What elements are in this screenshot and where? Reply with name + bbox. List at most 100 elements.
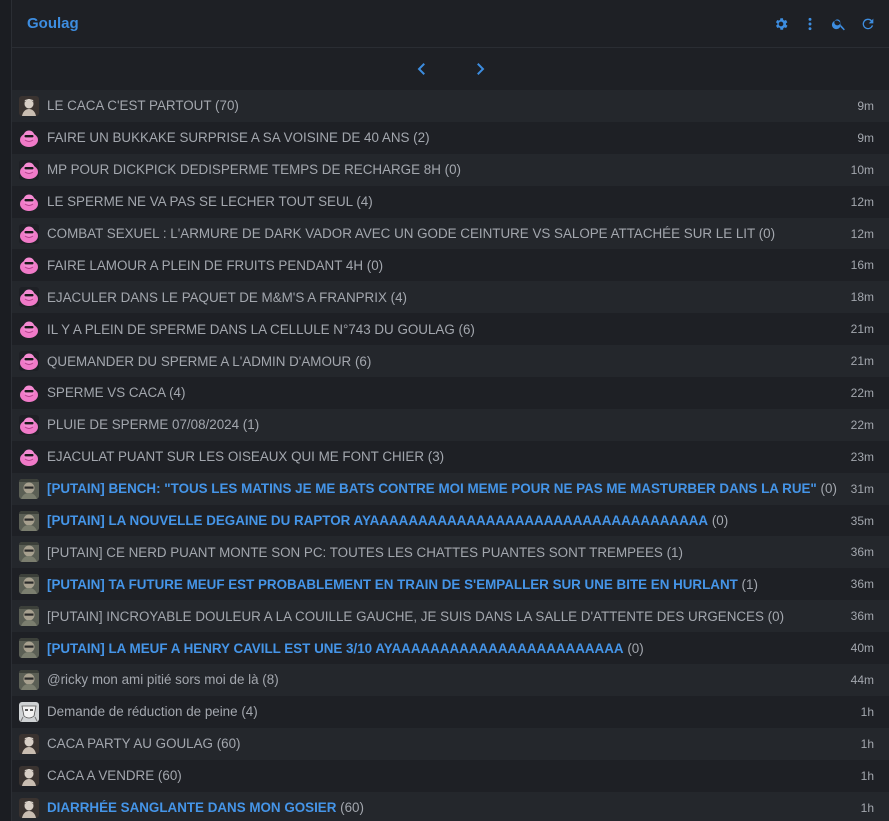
refresh-icon[interactable] <box>859 15 876 32</box>
avatar <box>19 606 39 627</box>
topic-row[interactable]: [PUTAIN] LA NOUVELLE DEGAINE DU RAPTOR A… <box>12 504 889 537</box>
topic-link[interactable]: @ricky mon ami pitié sors moi de là (8) <box>47 672 840 687</box>
topic-time: 1h <box>860 768 874 783</box>
topic-link[interactable]: [PUTAIN] TA FUTURE MEUF EST PROBABLEMENT… <box>47 577 840 592</box>
avatar <box>19 797 39 818</box>
topic-title: QUEMANDER DU SPERME A L'ADMIN D'AMOUR <box>47 353 352 369</box>
reply-count: (60) <box>157 768 182 784</box>
avatar <box>19 765 39 786</box>
topic-link[interactable]: EJACULAT PUANT SUR LES OISEAUX QUI ME FO… <box>47 449 840 464</box>
avatar <box>19 478 39 499</box>
topic-row[interactable]: CACA A VENDRE (60) 1h <box>12 759 889 792</box>
topic-time: 9m <box>857 130 874 145</box>
topic-row[interactable]: PLUIE DE SPERME 07/08/2024 (1) 22m <box>12 408 889 441</box>
chevron-right-icon[interactable] <box>470 59 490 79</box>
pagination <box>12 48 889 90</box>
topic-title: DIARRHÉE SANGLANTE DANS MON GOSIER <box>47 800 337 816</box>
topic-row[interactable]: IL Y A PLEIN DE SPERME DANS LA CELLULE N… <box>12 313 889 346</box>
topic-row[interactable]: [PUTAIN] TA FUTURE MEUF EST PROBABLEMENT… <box>12 568 889 601</box>
topic-row[interactable]: LE SPERME NE VA PAS SE LECHER TOUT SEUL … <box>12 185 889 218</box>
topic-row[interactable]: LE CACA C'EST PARTOUT (70) 9m <box>12 90 889 122</box>
avatar <box>19 351 39 372</box>
avatar <box>19 223 39 244</box>
topic-title: @ricky mon ami pitié sors moi de là <box>47 672 259 688</box>
topic-time: 40m <box>850 641 874 656</box>
topic-link[interactable]: CACA PARTY AU GOULAG (60) <box>47 736 840 751</box>
topic-link[interactable]: [PUTAIN] CE NERD PUANT MONTE SON PC: TOU… <box>47 545 840 560</box>
avatar <box>19 733 39 754</box>
avatar <box>19 446 39 467</box>
topic-row[interactable]: [PUTAIN] BENCH: "TOUS LES MATINS JE ME B… <box>12 472 889 505</box>
topic-time: 16m <box>850 258 874 273</box>
topic-time: 10m <box>850 162 874 177</box>
topic-link[interactable]: LE SPERME NE VA PAS SE LECHER TOUT SEUL … <box>47 194 840 209</box>
topic-link[interactable]: DIARRHÉE SANGLANTE DANS MON GOSIER (60) <box>47 800 840 815</box>
topic-link[interactable]: [PUTAIN] INCROYABLE DOULEUR A LA COUILLE… <box>47 609 840 624</box>
topic-row[interactable]: DIARRHÉE SANGLANTE DANS MON GOSIER (60) 1… <box>12 791 889 821</box>
topic-row[interactable]: [PUTAIN] INCROYABLE DOULEUR A LA COUILLE… <box>12 600 889 633</box>
topic-time: 36m <box>850 609 874 624</box>
topic-link[interactable]: [PUTAIN] LA NOUVELLE DEGAINE DU RAPTOR A… <box>47 513 840 528</box>
topic-link[interactable]: CACA A VENDRE (60) <box>47 768 840 783</box>
topic-title: CACA A VENDRE <box>47 768 155 784</box>
reply-count: (2) <box>413 130 430 146</box>
topic-row[interactable]: CACA PARTY AU GOULAG (60) 1h <box>12 727 889 760</box>
topic-time: 12m <box>850 226 874 241</box>
topic-link[interactable]: PLUIE DE SPERME 07/08/2024 (1) <box>47 417 840 432</box>
topic-link[interactable]: IL Y A PLEIN DE SPERME DANS LA CELLULE N… <box>47 322 840 337</box>
topic-title: LE SPERME NE VA PAS SE LECHER TOUT SEUL <box>47 194 353 210</box>
topic-link[interactable]: FAIRE LAMOUR A PLEIN DE FRUITS PENDANT 4… <box>47 258 840 273</box>
topic-link[interactable]: COMBAT SEXUEL : L'ARMURE DE DARK VADOR A… <box>47 226 840 241</box>
reply-count: (0) <box>820 481 837 497</box>
topic-row[interactable]: SPERME VS CACA (4) 22m <box>12 377 889 409</box>
topic-title: PLUIE DE SPERME 07/08/2024 <box>47 417 240 433</box>
topic-time: 22m <box>850 417 874 432</box>
topic-title: Demande de réduction de peine <box>47 704 238 720</box>
gear-icon[interactable] <box>772 15 789 32</box>
topic-row[interactable]: Demande de réduction de peine (4) 1h <box>12 695 889 728</box>
topic-link[interactable]: MP POUR DICKPICK DEDISPERME TEMPS DE REC… <box>47 162 840 177</box>
reply-count: (60) <box>216 736 241 752</box>
reply-count: (0) <box>444 162 461 178</box>
chevron-left-icon[interactable] <box>412 59 432 79</box>
avatar <box>19 414 39 435</box>
topic-row[interactable]: EJACULAT PUANT SUR LES OISEAUX QUI ME FO… <box>12 440 889 473</box>
topic-title: COMBAT SEXUEL : L'ARMURE DE DARK VADOR A… <box>47 226 755 241</box>
topic-time: 9m <box>857 98 874 113</box>
topic-row[interactable]: MP POUR DICKPICK DEDISPERME TEMPS DE REC… <box>12 153 889 186</box>
topic-row[interactable]: EJACULER DANS LE PAQUET DE M&M'S A FRANP… <box>12 281 889 314</box>
more-vertical-icon[interactable] <box>801 15 818 32</box>
forum-title[interactable]: Goulag <box>27 15 772 32</box>
reply-count: (0) <box>767 608 785 624</box>
topic-row[interactable]: COMBAT SEXUEL : L'ARMURE DE DARK VADOR A… <box>12 217 889 250</box>
topic-row[interactable]: @ricky mon ami pitié sors moi de là (8) 4… <box>12 664 889 696</box>
topic-row[interactable]: QUEMANDER DU SPERME A L'ADMIN D'AMOUR (6… <box>12 345 889 378</box>
topic-row[interactable]: [PUTAIN] LA MEUF A HENRY CAVILL EST UNE … <box>12 632 889 665</box>
forum-header: Goulag <box>12 0 889 48</box>
topic-row[interactable]: FAIRE LAMOUR A PLEIN DE FRUITS PENDANT 4… <box>12 249 889 282</box>
reply-count: (4) <box>390 289 407 305</box>
reply-count: (1) <box>242 417 260 433</box>
avatar <box>19 382 39 403</box>
topic-link[interactable]: Demande de réduction de peine (4) <box>47 704 840 719</box>
reply-count: (0) <box>366 257 384 273</box>
reply-count: (4) <box>241 704 258 720</box>
topic-time: 35m <box>850 513 874 528</box>
topic-title: [PUTAIN] BENCH: "TOUS LES MATINS JE ME B… <box>47 481 817 497</box>
topic-link[interactable]: FAIRE UN BUKKAKE SURPRISE A SA VOISINE D… <box>47 130 840 145</box>
topic-link[interactable]: QUEMANDER DU SPERME A L'ADMIN D'AMOUR (6… <box>47 354 840 369</box>
topic-link[interactable]: SPERME VS CACA (4) <box>47 385 840 400</box>
topic-time: 12m <box>850 194 874 209</box>
search-icon[interactable] <box>830 15 847 32</box>
topic-link[interactable]: [PUTAIN] BENCH: "TOUS LES MATINS JE ME B… <box>47 481 840 496</box>
avatar <box>19 287 39 308</box>
topic-row[interactable]: FAIRE UN BUKKAKE SURPRISE A SA VOISINE D… <box>12 121 889 154</box>
avatar <box>19 638 39 659</box>
topic-link[interactable]: EJACULER DANS LE PAQUET DE M&M'S A FRANP… <box>47 290 840 305</box>
topic-link[interactable]: LE CACA C'EST PARTOUT (70) <box>47 98 840 113</box>
topic-time: 44m <box>850 672 874 687</box>
avatar <box>19 701 39 722</box>
topic-link[interactable]: [PUTAIN] LA MEUF A HENRY CAVILL EST UNE … <box>47 641 840 656</box>
topic-row[interactable]: [PUTAIN] CE NERD PUANT MONTE SON PC: TOU… <box>12 536 889 569</box>
reply-count: (4) <box>169 385 186 401</box>
